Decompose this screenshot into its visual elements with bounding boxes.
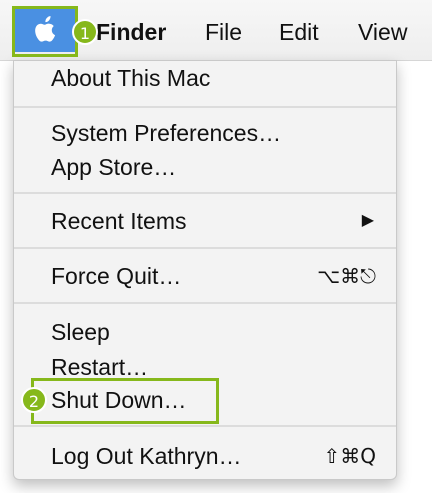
submenu-arrow-icon: ▶ [361,212,374,229]
menu-item-sleep-label: Sleep [51,319,110,345]
menu-item-about-label: About This Mac [51,65,211,91]
menu-separator [14,247,396,249]
menu-item-force-quit-label: Force Quit… [51,263,182,289]
menu-separator [14,302,396,304]
menu-item-restart-label: Restart… [51,354,149,380]
menu-item-force-quit[interactable]: Force Quit… ⌥⌘⎋ [14,259,396,293]
menu-separator [14,106,396,108]
menu-separator [14,192,396,194]
menu-item-system-preferences-label: System Preferences… [51,120,282,146]
menu-item-app-store[interactable]: App Store… [14,150,396,184]
menu-item-sleep[interactable]: Sleep [14,315,396,349]
menubar-view[interactable]: View [358,18,407,46]
annotation-highlight-shut-down [31,378,219,424]
menu-item-system-preferences[interactable]: System Preferences… [14,116,396,150]
annotation-highlight-apple-menu [12,6,78,57]
log-out-shortcut: ⇧⌘Q [323,444,377,468]
menu-item-recent-items[interactable]: Recent Items ▶ [14,204,396,238]
menu-item-log-out[interactable]: Log Out Kathryn… ⇧⌘Q [14,439,396,473]
force-quit-shortcut: ⌥⌘⎋ [317,264,376,288]
menu-item-log-out-label: Log Out Kathryn… [51,443,242,469]
menubar-file[interactable]: File [205,18,242,46]
menu-item-recent-items-label: Recent Items [51,208,187,234]
menubar-app-name[interactable]: Finder [96,18,166,46]
menu-item-about[interactable]: About This Mac [14,61,396,95]
menubar-edit[interactable]: Edit [279,18,319,46]
menu-separator [14,425,396,427]
menu-item-app-store-label: App Store… [51,154,177,180]
annotation-badge-2: 2 [21,387,47,413]
annotation-badge-1: 1 [72,19,98,45]
